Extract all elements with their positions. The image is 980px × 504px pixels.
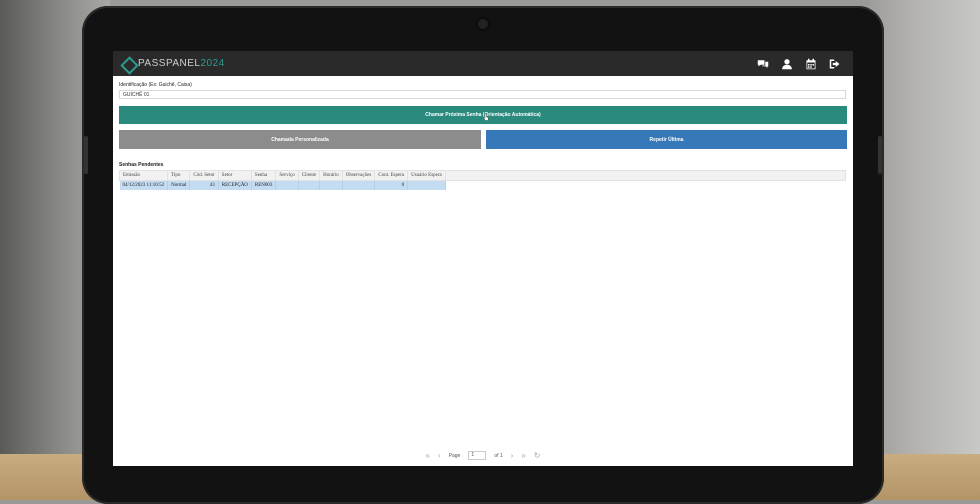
bezel-edge-right xyxy=(878,136,882,174)
page-label: Page xyxy=(448,452,461,459)
calendar-icon[interactable] xyxy=(805,58,817,70)
col-horario[interactable]: Horário xyxy=(319,170,343,181)
col-setor[interactable]: Setor xyxy=(217,170,252,181)
webcam xyxy=(478,19,488,29)
logo-diamond-icon xyxy=(121,57,135,71)
col-tipo[interactable]: Tipo xyxy=(167,170,191,181)
next-page-icon[interactable]: › xyxy=(511,451,514,460)
page-number-input[interactable]: 1 xyxy=(468,451,487,460)
cell-servico xyxy=(275,180,299,190)
logo-pass: PASS xyxy=(138,58,166,69)
top-bar: PASSPANEL2024 xyxy=(113,51,853,76)
bezel-edge-left xyxy=(84,136,88,174)
prev-page-icon[interactable]: ‹ xyxy=(438,451,441,460)
cell-emissao: 04/12/2023 11:10:52 xyxy=(119,180,169,190)
identification-label: Identificação (Ex: Guichê, Caixa) xyxy=(119,82,192,88)
cell-cliente xyxy=(298,180,321,190)
refresh-icon[interactable]: ↻ xyxy=(534,451,541,460)
col-usuario-espera[interactable]: Usuário Espera xyxy=(407,170,446,181)
app-screen: PASSPANEL2024 Identificação (Ex: Guichê,… xyxy=(113,51,853,466)
custom-call-button[interactable]: Chamada Personalizada xyxy=(119,130,481,149)
col-senha[interactable]: Senha xyxy=(250,170,277,181)
cell-filler xyxy=(445,181,845,191)
col-emissao[interactable]: Emissão xyxy=(118,170,169,181)
col-servico[interactable]: Serviço xyxy=(275,170,299,181)
logo-panel: PANEL xyxy=(165,58,201,69)
repeat-last-button[interactable]: Repetir Última xyxy=(486,130,847,149)
user-icon[interactable] xyxy=(781,58,793,70)
cell-horario xyxy=(319,180,343,190)
identification-input[interactable]: GUICHÊ 01 xyxy=(119,90,846,99)
logo-year: 2024 xyxy=(200,58,225,69)
cell-cont-espera: 0 xyxy=(374,180,409,190)
cell-tipo: Normal xyxy=(167,180,191,190)
cell-setor: RECEPÇÃO xyxy=(218,180,252,190)
col-cliente[interactable]: Cliente xyxy=(297,170,321,181)
cell-cod-setor: 43 xyxy=(189,180,219,190)
logo-text: PASSPANEL2024 xyxy=(138,58,225,69)
page-count-label: of 1 xyxy=(494,452,503,459)
table-row[interactable]: 04/12/2023 11:10:52 Normal 43 RECEPÇÃO R… xyxy=(119,180,846,191)
mouse-cursor-icon xyxy=(483,113,489,121)
pending-title: Senhas Pendentes xyxy=(119,162,164,168)
pager: « ‹ Page 1 of 1 › » ↻ xyxy=(113,451,853,460)
last-page-icon[interactable]: » xyxy=(521,451,525,460)
pending-table: Emissão Tipo Cód. Setor Setor Senha Serv… xyxy=(118,170,847,191)
logout-icon[interactable] xyxy=(829,58,841,70)
chat-icon[interactable] xyxy=(757,58,769,70)
col-cod-setor[interactable]: Cód. Setor xyxy=(189,170,219,181)
cell-observacoes xyxy=(342,180,376,190)
button-row: Chamada Personalizada Repetir Última xyxy=(119,130,847,149)
topbar-icons xyxy=(757,58,841,70)
col-observacoes[interactable]: Observações xyxy=(341,170,376,181)
main-content: Identificação (Ex: Guichê, Caixa) GUICHÊ… xyxy=(113,76,853,190)
cell-senha: REN003 xyxy=(251,180,277,190)
col-cont-espera[interactable]: Cont. Espera xyxy=(374,170,409,181)
col-filler xyxy=(444,170,847,181)
table-header-row: Emissão Tipo Cód. Setor Setor Senha Serv… xyxy=(118,170,847,181)
first-page-icon[interactable]: « xyxy=(426,451,430,460)
app-logo: PASSPANEL2024 xyxy=(121,57,225,71)
background-right xyxy=(870,0,980,500)
cell-usuario-espera xyxy=(407,180,446,190)
